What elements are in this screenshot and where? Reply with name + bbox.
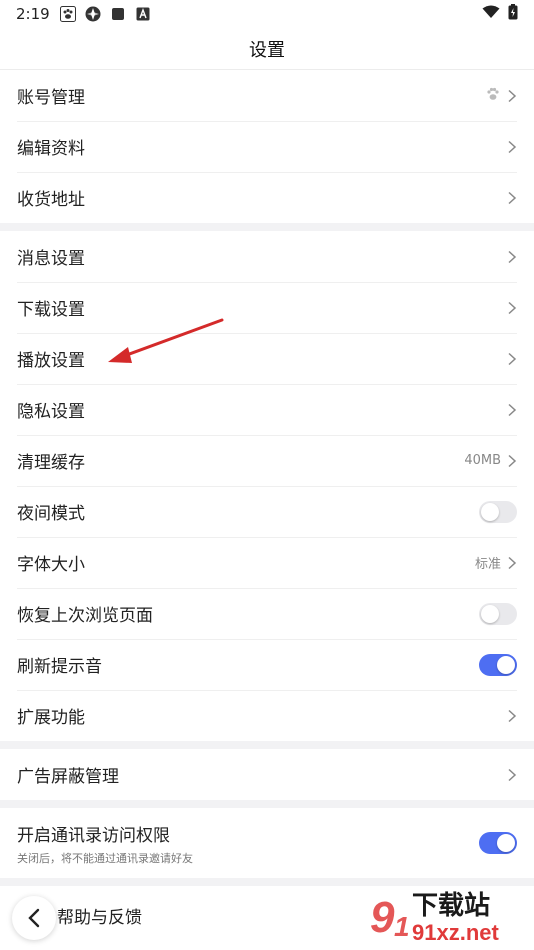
cache-size-value: 40MB [464,453,501,468]
row-label: 隐私设置 [17,402,85,422]
status-time: 2:19 [16,5,50,23]
settings-group-contacts: 开启通讯录访问权限 关闭后，将不能通过通讯录邀请好友 [0,808,534,878]
download-settings-row[interactable]: 下载设置 [0,282,534,333]
chevron-right-icon [508,454,517,467]
back-button[interactable] [12,896,56,940]
message-settings-row[interactable]: 消息设置 [0,231,534,282]
row-sublabel: 关闭后，将不能通过通讯录邀请好友 [17,851,193,865]
contacts-permission-row: 开启通讯录访问权限 关闭后，将不能通过通讯录邀请好友 [0,808,534,878]
chevron-right-icon [508,140,517,153]
site-watermark-logo: 9 1 下载站 91xz.net [370,891,499,945]
row-label: 消息设置 [17,249,85,269]
group-divider [0,800,534,808]
chevron-right-icon [508,556,517,569]
settings-group-general: 消息设置 下载设置 播放设置 隐私设置 清理缓存 40MB 夜间模式 字体大小 … [0,231,534,741]
settings-group-ads: 广告屏蔽管理 [0,749,534,800]
row-label: 帮助与反馈 [57,907,142,928]
row-label: 账号管理 [17,88,85,108]
chevron-right-icon [508,709,517,722]
chevron-right-icon [508,89,517,102]
row-label: 恢复上次浏览页面 [17,606,153,626]
night-mode-row: 夜间模式 [0,486,534,537]
title-bar: 设置 [0,28,534,70]
row-label: 播放设置 [17,351,85,371]
status-bar: 2:19 [0,0,534,28]
chevron-right-icon [508,301,517,314]
a-box-icon [135,6,151,22]
row-label: 夜间模式 [17,504,85,524]
row-label: 扩展功能 [17,708,85,728]
chevron-right-icon [508,403,517,416]
row-label: 下载设置 [17,300,85,320]
edit-profile-row[interactable]: 编辑资料 [0,121,534,172]
refresh-sound-toggle[interactable] [479,653,517,676]
font-size-value: 标准 [474,557,501,572]
account-management-row[interactable]: 账号管理 [0,70,534,121]
wifi-icon [482,5,500,23]
chevron-right-icon [508,352,517,365]
row-label: 清理缓存 [17,453,85,473]
watermark-url: 91xz.net [412,920,499,945]
restore-last-page-toggle[interactable] [479,602,517,625]
night-mode-toggle[interactable] [479,500,517,523]
paw-icon [59,6,76,22]
shipping-address-row[interactable]: 收货地址 [0,172,534,223]
watermark-title: 下载站 [412,891,490,921]
group-divider [0,878,534,886]
svg-text:1: 1 [394,911,410,942]
chevron-right-icon [508,768,517,781]
row-label: 收货地址 [17,190,85,210]
group-divider [0,741,534,749]
row-label: 广告屏蔽管理 [17,767,119,787]
chevron-left-icon [28,908,40,928]
settings-group-account: 账号管理 编辑资料 收货地址 [0,70,534,223]
clear-cache-row[interactable]: 清理缓存 40MB [0,435,534,486]
group-divider [0,223,534,231]
row-label: 开启通讯录访问权限 [17,825,170,846]
refresh-sound-row: 刷新提示音 [0,639,534,690]
page-title: 设置 [249,39,285,61]
ad-block-row[interactable]: 广告屏蔽管理 [0,749,534,800]
pinwheel-icon [85,6,101,22]
paw-icon [485,86,501,106]
privacy-settings-row[interactable]: 隐私设置 [0,384,534,435]
font-size-row[interactable]: 字体大小 标准 [0,537,534,588]
playback-settings-row[interactable]: 播放设置 [0,333,534,384]
extensions-row[interactable]: 扩展功能 [0,690,534,741]
svg-text:9: 9 [370,893,395,942]
row-label: 编辑资料 [17,139,85,159]
contacts-permission-toggle[interactable] [479,832,517,854]
chevron-right-icon [508,191,517,204]
chevron-right-icon [508,250,517,263]
battery-icon [508,4,518,24]
row-label: 刷新提示音 [17,657,102,677]
row-label: 字体大小 [17,555,85,575]
square-icon [110,6,126,22]
restore-last-page-row: 恢复上次浏览页面 [0,588,534,639]
